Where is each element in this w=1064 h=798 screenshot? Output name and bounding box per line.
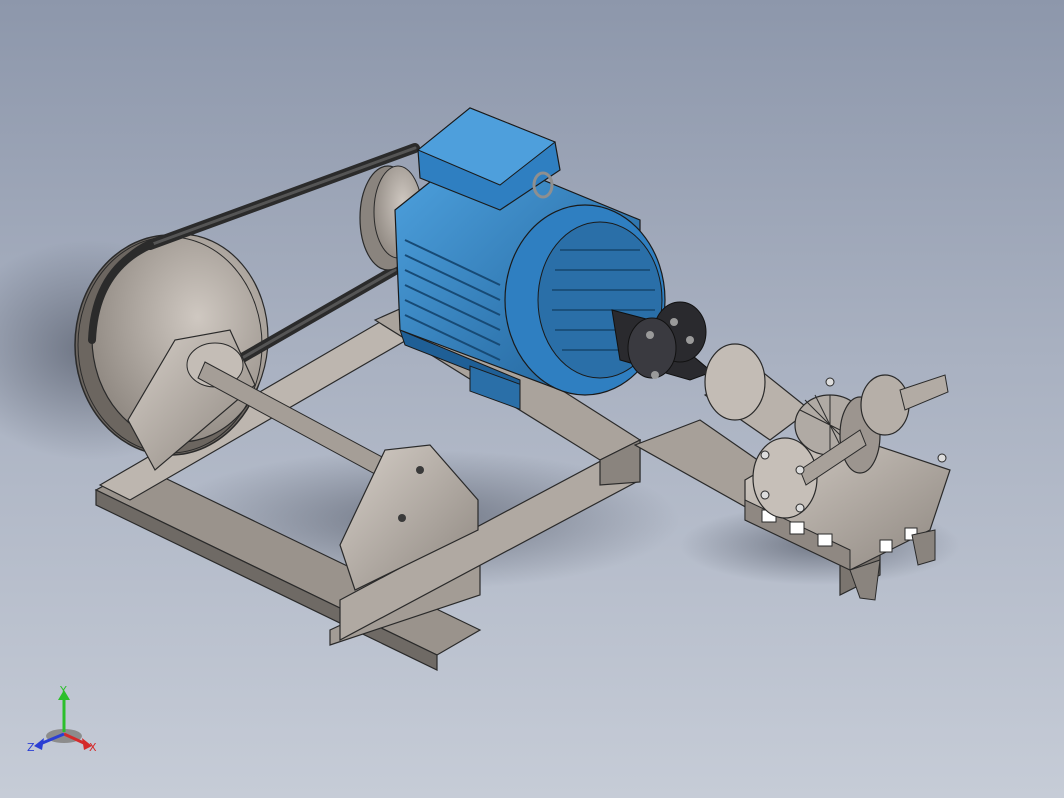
z-axis-head [34,738,44,750]
z-axis-label: Z [27,741,35,754]
input-flange [704,343,766,421]
y-axis-label: Y [59,684,67,697]
gearbox-shaft [899,374,949,411]
3d-viewport[interactable]: Y X Z [0,0,1064,798]
x-axis-label: X [89,741,97,754]
electric-motor[interactable] [394,107,666,410]
assembly-model[interactable] [0,0,1064,798]
reference-triad: Y X Z [27,684,97,754]
